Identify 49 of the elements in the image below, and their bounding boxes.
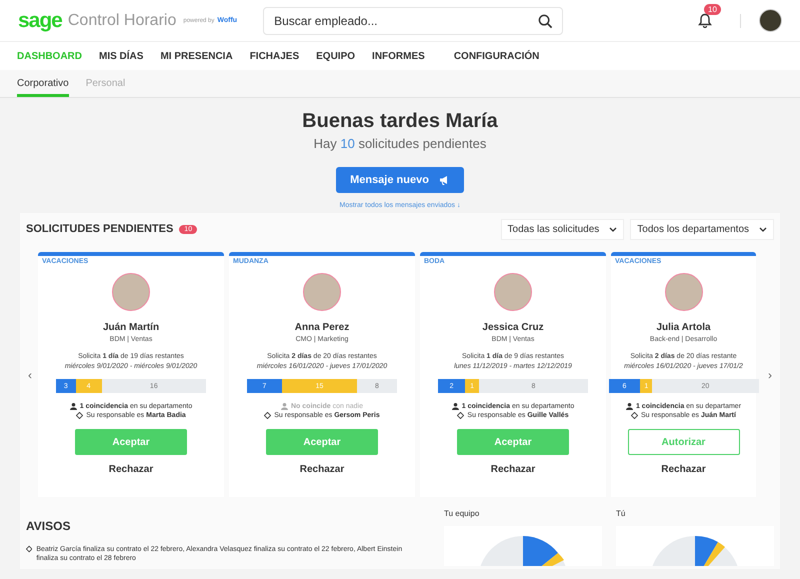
new-message-button[interactable]: Mensaje nuevo	[336, 167, 464, 193]
person-icon	[452, 403, 459, 410]
filter-dropdown[interactable]: Todos los departamentos	[630, 218, 774, 240]
nav-tab[interactable]: INFORMES	[372, 50, 425, 62]
avatar	[112, 273, 150, 311]
notification-badge: 10	[704, 4, 721, 15]
avatar	[494, 273, 532, 311]
nav-tab[interactable]: CONFIGURACIÓN	[454, 50, 540, 62]
employee-name: Jessica Cruz	[482, 322, 544, 333]
avatar[interactable]	[759, 9, 782, 32]
person-icon	[281, 403, 288, 410]
filter-dropdown[interactable]: Todas las solicitudes	[500, 218, 624, 240]
diamond-icon	[631, 412, 638, 419]
employee-name: Julia Artola	[656, 322, 711, 333]
reject-button[interactable]: Rechazar	[294, 463, 350, 476]
nav-tab[interactable]: MIS DÍAS	[99, 50, 144, 62]
chevron-down-icon	[609, 226, 618, 232]
nav-tab[interactable]: EQUIPO	[316, 50, 356, 62]
reject-button[interactable]: Rechazar	[655, 463, 712, 476]
diamond-icon	[26, 545, 32, 553]
person-icon	[626, 403, 633, 410]
reject-button[interactable]: Rechazar	[484, 463, 542, 476]
chevron-down-icon	[759, 226, 767, 232]
search-icon[interactable]	[538, 14, 554, 28]
diamond-icon	[457, 412, 464, 419]
notices-title: AVISOS	[26, 519, 72, 533]
nav-tab[interactable]: FICHAJES	[250, 50, 300, 62]
search-field[interactable]: Buscar empleado...	[263, 6, 564, 34]
section-title: SOLICITUDES PENDIENTES	[26, 223, 174, 235]
product-name: Control Horario	[68, 12, 176, 30]
employee-name: Anna Perez	[294, 322, 350, 333]
diamond-icon	[76, 412, 84, 419]
bell-icon[interactable]	[698, 13, 712, 28]
greeting-title: Buenas tardes María	[302, 110, 498, 133]
employee-name: Juán Martín	[102, 322, 160, 333]
pending-summary: Hay 10 solicitudes pendientes	[314, 136, 486, 151]
person-icon	[70, 403, 77, 410]
avatar	[664, 273, 702, 311]
logo: sage	[18, 8, 62, 32]
sub-tab[interactable]: Corporativo	[17, 70, 69, 97]
next-arrow[interactable]: ›	[766, 368, 774, 382]
megaphone-icon	[438, 175, 450, 185]
nav-tab[interactable]: MI PRESENCIA	[160, 50, 233, 62]
diamond-icon	[264, 412, 272, 419]
previous-arrow[interactable]: ‹	[26, 368, 34, 382]
chart-title: Tú	[616, 509, 626, 518]
reject-button[interactable]: Rechazar	[102, 463, 160, 476]
chart-title: Tu equipo	[444, 509, 480, 518]
avatar	[303, 273, 341, 311]
